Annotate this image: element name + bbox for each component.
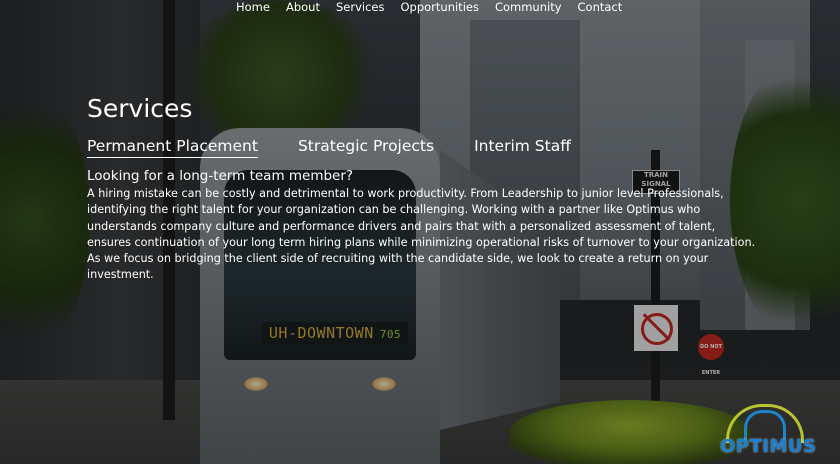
tab-interim-staff[interactable]: Interim Staff — [474, 136, 571, 158]
optimus-logo[interactable]: OPTIMUS — [716, 404, 832, 460]
service-tabs: Permanent Placement Strategic Projects I… — [87, 136, 611, 158]
nav-services[interactable]: Services — [336, 0, 385, 16]
nav-community[interactable]: Community — [495, 0, 562, 16]
page-title: Services — [87, 94, 193, 123]
hero-section: UH-DOWNTOWN 705 TRAIN SIGNAL DO NOT ENTER… — [0, 0, 840, 464]
content-heading: Looking for a long-term team member? — [87, 168, 354, 184]
tab-permanent-placement[interactable]: Permanent Placement — [87, 136, 258, 158]
nav-contact[interactable]: Contact — [578, 0, 623, 16]
nav-opportunities[interactable]: Opportunities — [400, 0, 478, 16]
content-body: A hiring mistake can be costly and detri… — [87, 187, 756, 282]
logo-text: OPTIMUS — [720, 436, 817, 457]
top-nav: Home About Services Opportunities Commun… — [236, 0, 638, 16]
tab-content: Looking for a long-term team member? A h… — [87, 167, 757, 284]
tab-strategic-projects[interactable]: Strategic Projects — [298, 136, 434, 158]
nav-home[interactable]: Home — [236, 0, 270, 16]
nav-about[interactable]: About — [286, 0, 320, 16]
